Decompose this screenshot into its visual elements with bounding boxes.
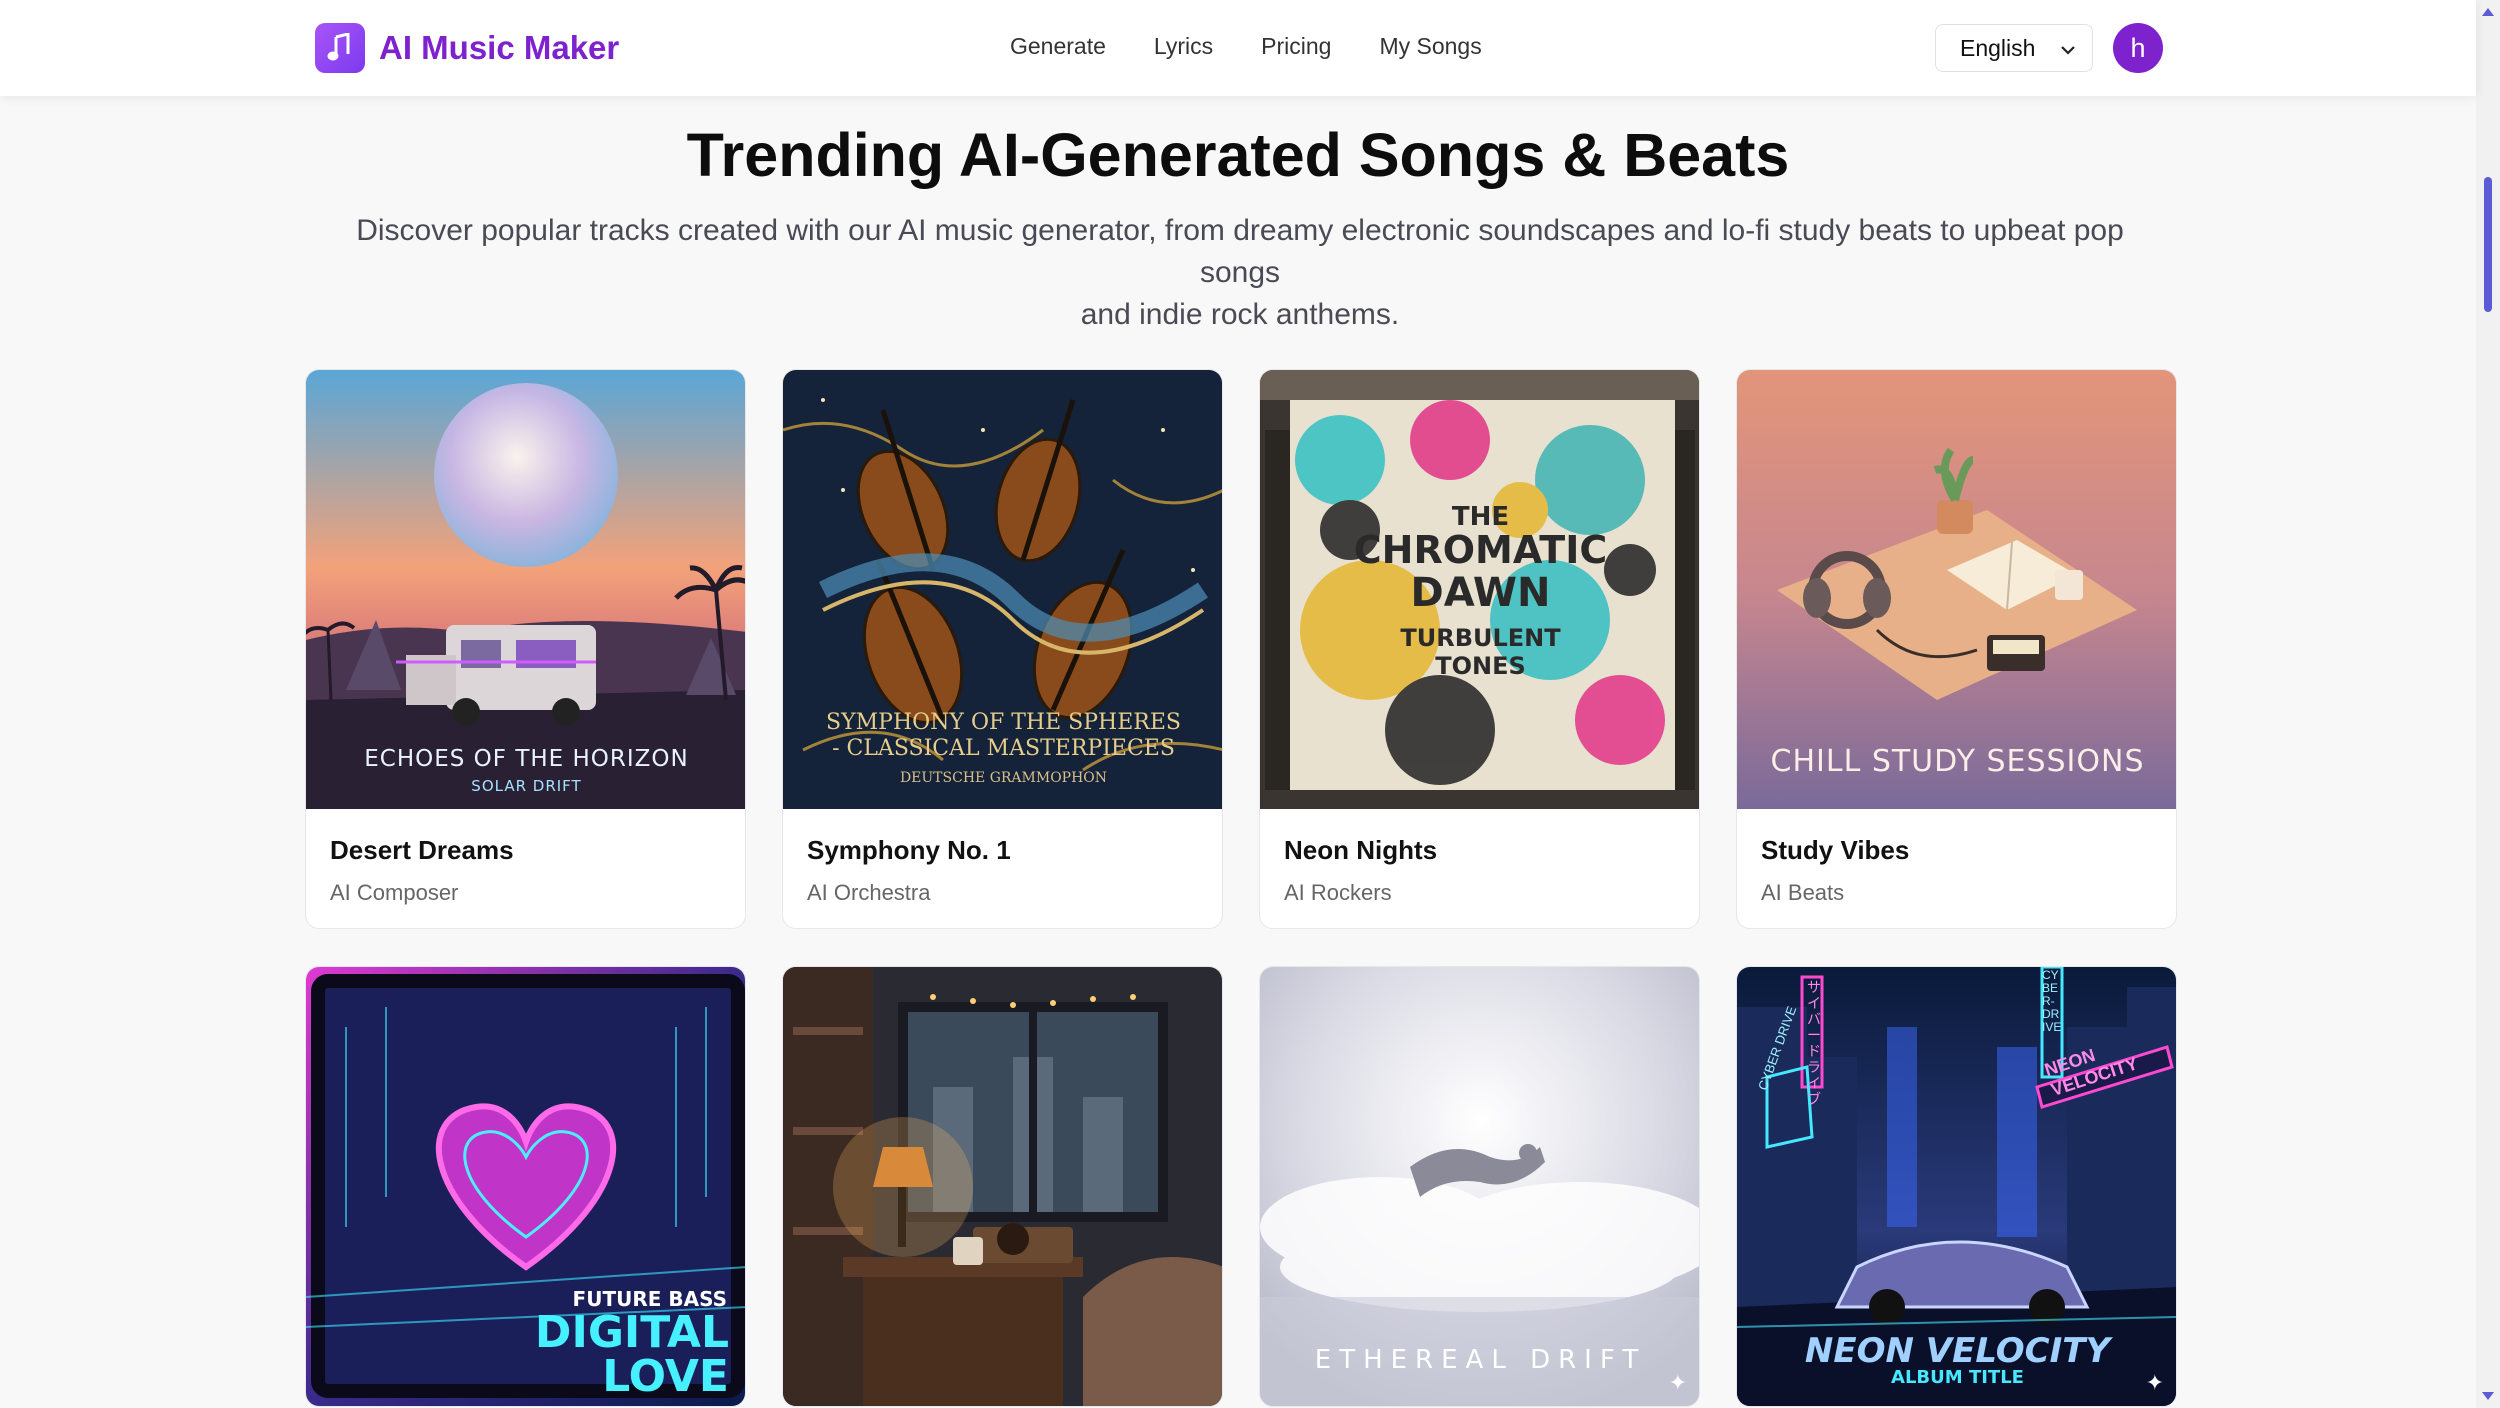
song-card-digital-love[interactable]: FUTURE BASS DIGITAL LOVE	[305, 966, 746, 1407]
user-avatar[interactable]: h	[2113, 23, 2163, 73]
cover-sign-cyber-drive: CYBER-DRIVE	[2042, 968, 2062, 1034]
cover-title: ETHEREAL DRIFT	[1314, 1345, 1647, 1375]
cover-word-turbulent: TURBULENT	[1400, 624, 1561, 652]
nav-generate[interactable]: Generate	[1010, 33, 1106, 60]
sparkle-icon: ✦	[2145, 1370, 2164, 1395]
section-title: Trending AI-Generated Songs & Beats	[686, 121, 1790, 189]
scroll-up-arrow-icon[interactable]	[2482, 8, 2494, 16]
song-card-study-vibes[interactable]: CHILL STUDY SESSIONS Study Vibes AI Beat…	[1736, 369, 2177, 929]
section-subtitle: Discover popular tracks created with our…	[320, 210, 2160, 336]
cover-art-neon-velocity: サイバードライブ CYBER-DRIVE CYBER DRIVE NEON VE…	[1737, 967, 2176, 1406]
song-card-cozy-room[interactable]	[782, 966, 1223, 1407]
language-select[interactable]: English	[1935, 24, 2093, 72]
song-card-ethereal-drift[interactable]: ETHEREAL DRIFT ✦	[1259, 966, 1700, 1407]
logo-text: AI Music Maker	[379, 29, 620, 66]
cover-art-neon-nights: THE CHROMATIC DAWN TURBULENT TONES	[1260, 370, 1699, 809]
page-scrollbar[interactable]	[2476, 0, 2500, 1408]
cover-title: CHILL STUDY SESSIONS	[1770, 744, 2145, 779]
cover-sign-jp: サイバードライブ	[1807, 979, 1821, 1107]
cover-art-symphony-no-1: SYMPHONY OF THE SPHERES - CLASSICAL MAST…	[783, 370, 1222, 809]
scroll-down-arrow-icon[interactable]	[2482, 1392, 2494, 1400]
sparkle-icon: ✦	[1668, 1370, 1687, 1395]
song-card-neon-velocity[interactable]: サイバードライブ CYBER-DRIVE CYBER DRIVE NEON VE…	[1736, 966, 2177, 1407]
cover-art-digital-love: FUTURE BASS DIGITAL LOVE	[306, 967, 745, 1406]
cover-art-ethereal-drift: ETHEREAL DRIFT ✦	[1260, 967, 1699, 1406]
cover-subtitle: SOLAR DRIFT	[471, 777, 582, 795]
language-value: English	[1960, 34, 2036, 61]
song-title: Symphony No. 1	[807, 835, 1011, 865]
cover-art-cozy-room	[783, 967, 1222, 1406]
subtitle-line-1: Discover popular tracks created with our…	[356, 214, 2124, 289]
song-card-neon-nights[interactable]: THE CHROMATIC DAWN TURBULENT TONES Neon …	[1259, 369, 1700, 929]
song-title: Study Vibes	[1761, 835, 1910, 865]
song-title: Desert Dreams	[330, 835, 514, 865]
cover-art-study-vibes: CHILL STUDY SESSIONS	[1737, 370, 2176, 809]
cover-title: SYMPHONY OF THE SPHERES	[826, 710, 1181, 735]
scroll-thumb[interactable]	[2484, 177, 2492, 312]
song-artist: AI Orchestra	[807, 880, 931, 905]
song-title: Neon Nights	[1284, 835, 1438, 865]
song-card-symphony-no-1[interactable]: SYMPHONY OF THE SPHERES - CLASSICAL MAST…	[782, 369, 1223, 929]
top-header: AI Music Maker Generate Lyrics Pricing M…	[0, 0, 2476, 96]
song-artist: AI Composer	[330, 880, 459, 905]
song-card-desert-dreams[interactable]: ECHOES OF THE HORIZON SOLAR DRIFT Desert…	[305, 369, 746, 929]
song-artist: AI Beats	[1761, 880, 1845, 905]
cover-subtitle: - CLASSICAL MASTERPIECES	[832, 736, 1175, 761]
song-artist: AI Rockers	[1284, 880, 1392, 905]
music-note-icon	[315, 23, 365, 73]
cover-title-line2: LOVE	[602, 1351, 729, 1402]
cover-title: ECHOES OF THE HORIZON	[364, 746, 689, 772]
cover-title: NEON VELOCITY	[1804, 1331, 2111, 1371]
chevron-down-icon	[2058, 39, 2078, 66]
cover-label: DEUTSCHE GRAMMOPHON	[899, 770, 1108, 786]
subtitle-line-2: and indie rock anthems.	[1080, 298, 1400, 331]
main-nav: Generate Lyrics Pricing My Songs	[1010, 33, 1482, 60]
cover-word-tones: TONES	[1435, 652, 1526, 680]
cover-word-dawn: DAWN	[1410, 570, 1551, 616]
cover-art-desert-dreams: ECHOES OF THE HORIZON SOLAR DRIFT	[306, 370, 745, 809]
cover-subtitle: ALBUM TITLE	[1891, 1367, 2024, 1388]
logo[interactable]: AI Music Maker	[315, 23, 619, 73]
nav-lyrics[interactable]: Lyrics	[1154, 33, 1213, 60]
nav-my-songs[interactable]: My Songs	[1379, 33, 1481, 60]
nav-pricing[interactable]: Pricing	[1261, 33, 1331, 60]
cover-word-chromatic: CHROMATIC	[1353, 528, 1608, 572]
